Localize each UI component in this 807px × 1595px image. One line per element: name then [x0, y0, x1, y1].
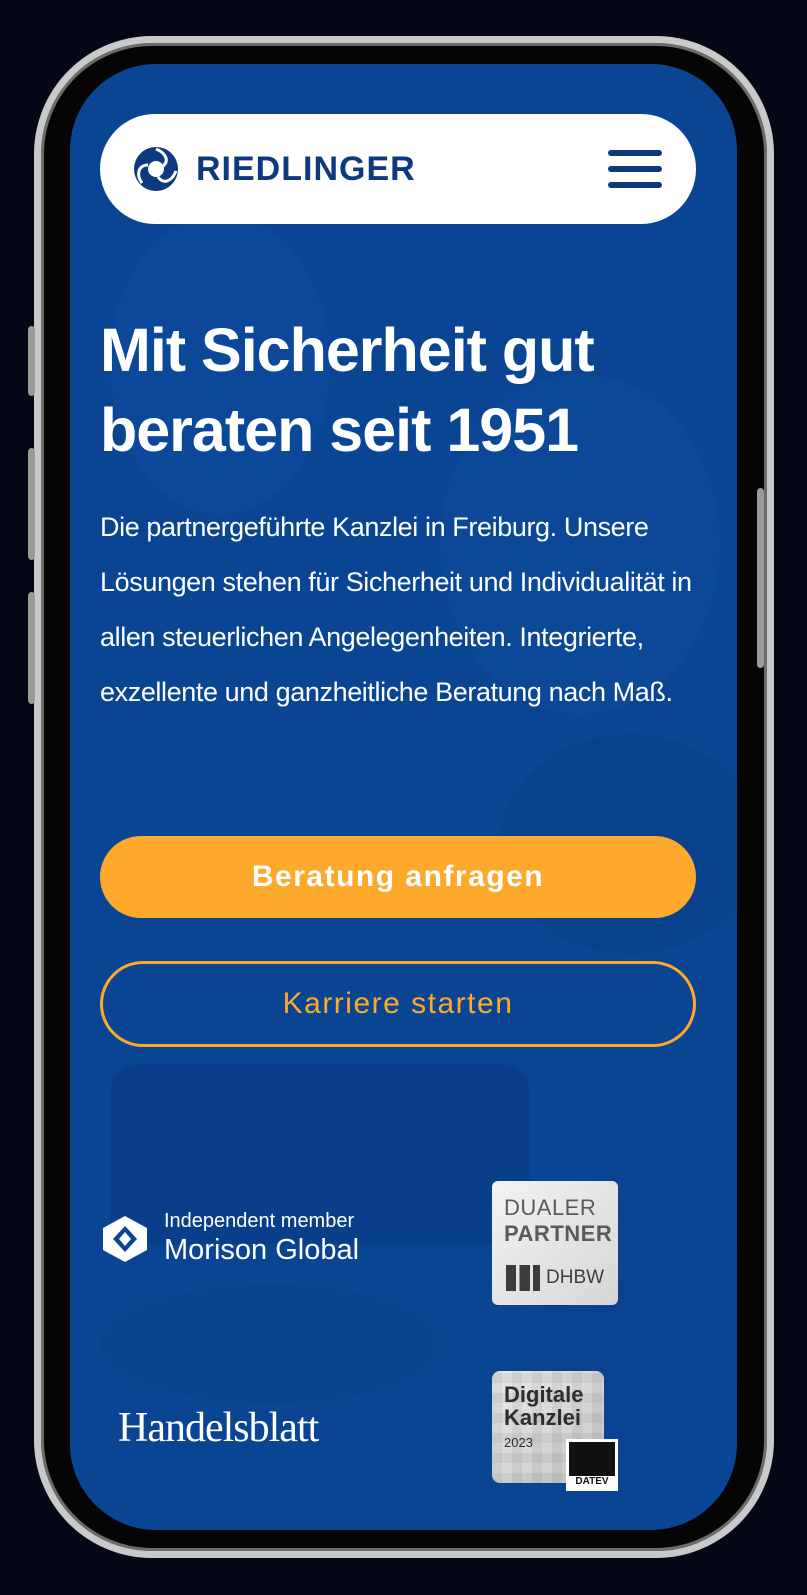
background-photo-overlay	[100, 214, 737, 1454]
handelsblatt-logo: Handelsblatt	[118, 1405, 319, 1451]
hamburger-menu-icon[interactable]	[608, 146, 666, 192]
intro-text: Die partnergeführte Kanzlei in Freiburg.…	[100, 512, 692, 707]
volume-up-button	[28, 326, 35, 396]
dhbw-partner-badge: DUALER PARTNER DHBW	[492, 1181, 618, 1305]
consultation-request-button[interactable]: Beratung anfragen	[100, 836, 696, 918]
mute-switch	[28, 592, 35, 704]
datev-digital-badge: Digitale Kanzlei 2023 DATEV	[492, 1371, 618, 1491]
dhbw-line-1: DUALER	[504, 1195, 597, 1220]
page-title: Mit Sicherheit gut beraten seit 1951	[100, 316, 595, 464]
power-button	[757, 488, 764, 668]
morison-member-label: Independent member	[164, 1210, 355, 1232]
datev-logo-icon: DATEV	[566, 1439, 618, 1491]
volume-down-button	[28, 448, 35, 560]
morison-name: Morison Global	[164, 1234, 360, 1266]
dhbw-line-2: PARTNER	[504, 1221, 613, 1246]
morison-logo-icon	[103, 1216, 147, 1262]
morison-global-badge: Independent member Morison Global	[100, 1210, 400, 1274]
dhbw-label: DHBW	[546, 1267, 605, 1288]
top-navbar: RIEDLINGER	[100, 114, 696, 224]
screen: RIEDLINGER Mit Sicherheit gut beraten se…	[70, 64, 737, 1530]
career-start-button[interactable]: Karriere starten	[100, 961, 696, 1047]
dhbw-logo-icon	[506, 1265, 540, 1291]
datev-title: Digitale Kanzlei	[504, 1382, 584, 1430]
dhbw-footer: DHBW	[506, 1265, 604, 1291]
datev-label: DATEV	[575, 1476, 609, 1487]
riedlinger-logo-icon	[134, 147, 178, 191]
logo-text[interactable]: RIEDLINGER	[196, 148, 416, 190]
